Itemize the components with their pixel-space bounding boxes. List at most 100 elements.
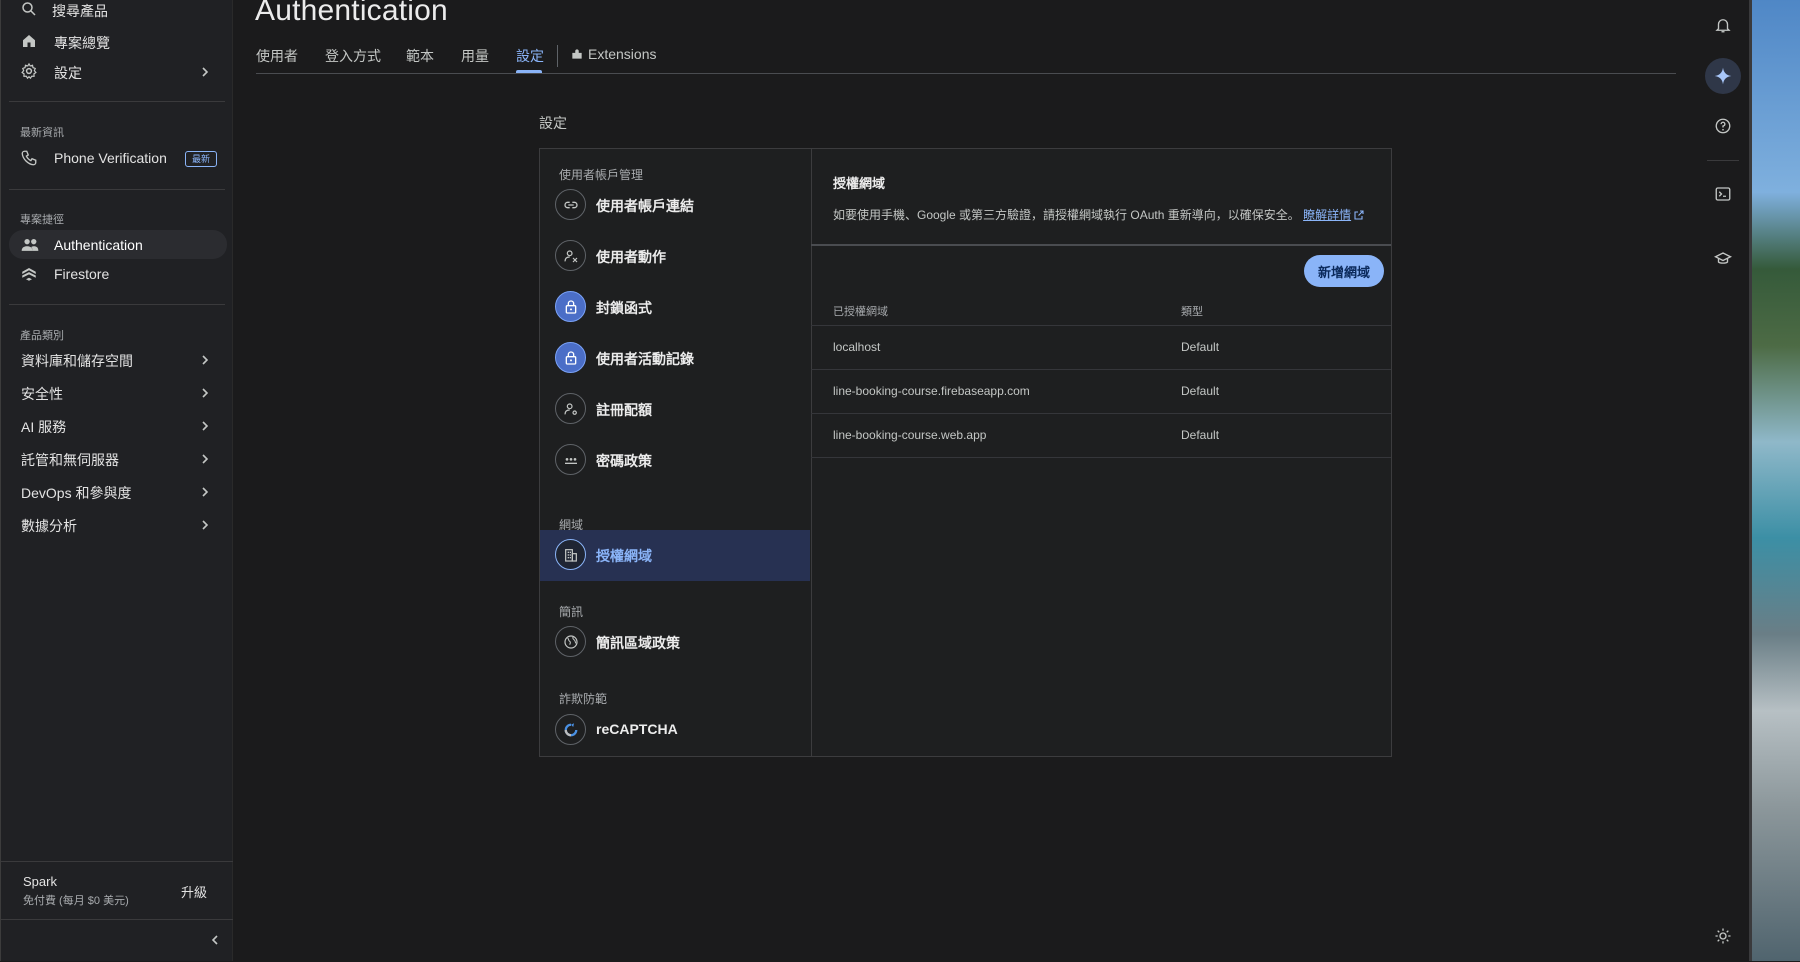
column-header-domain: 已授權網域 — [833, 306, 888, 318]
gemini-button[interactable] — [1705, 58, 1741, 94]
phone-icon — [20, 149, 40, 169]
firestore-icon — [20, 265, 40, 285]
notifications-button[interactable] — [1707, 9, 1739, 41]
panel-divider — [811, 244, 1391, 246]
learn-button[interactable] — [1707, 243, 1739, 275]
tab-templates[interactable]: 範本 — [406, 46, 434, 66]
tab-divider — [557, 45, 558, 67]
learn-more-link[interactable]: 瞭解詳情 — [1303, 208, 1365, 222]
help-icon — [1714, 117, 1732, 135]
project-overview[interactable]: 專案總覽 — [1, 30, 233, 52]
menu-item-label: 使用者帳戶連結 — [596, 198, 694, 214]
menu-item-label: 簡訊區域政策 — [596, 635, 680, 651]
category-label: 安全性 — [21, 386, 63, 402]
learn-more-label: 瞭解詳情 — [1303, 208, 1352, 222]
sparkle-icon — [1713, 66, 1733, 86]
new-badge: 最新 — [185, 151, 218, 167]
category-security[interactable]: 安全性 — [1, 380, 233, 406]
menu-item-label: reCAPTCHA — [596, 721, 678, 737]
search-products[interactable]: 搜尋產品 — [1, 0, 233, 20]
tab-extensions[interactable]: Extensions — [570, 46, 656, 62]
terminal-icon — [1714, 185, 1732, 203]
plan-section: Spark 免付費 (每月 $0 美元) 升級 — [1, 861, 233, 920]
password-icon — [555, 444, 586, 475]
shortcut-label: Firestore — [54, 266, 110, 282]
tab-usage[interactable]: 用量 — [461, 46, 489, 66]
shortcut-firestore[interactable]: Firestore — [1, 264, 233, 284]
tab-sign-in-method[interactable]: 登入方式 — [325, 46, 381, 66]
project-settings-label: 設定 — [54, 65, 82, 81]
lock-icon — [555, 342, 586, 373]
tab-users[interactable]: 使用者 — [256, 46, 298, 66]
tab-settings[interactable]: 設定 — [516, 46, 544, 66]
domain-cell: line-booking-course.web.app — [833, 428, 987, 442]
search-icon — [20, 0, 40, 20]
menu-item-account-linking[interactable]: 使用者帳戶連結 — [540, 180, 810, 231]
category-ai-services[interactable]: AI 服務 — [1, 413, 233, 439]
lock-icon — [555, 291, 586, 322]
category-label: DevOps 和參與度 — [21, 485, 132, 501]
shortcut-authentication[interactable]: Authentication — [9, 230, 227, 259]
extensions-icon — [570, 47, 584, 61]
table-row[interactable]: line-booking-course.firebaseapp.com Defa… — [811, 369, 1391, 413]
link-icon — [555, 189, 586, 220]
table-row[interactable]: localhost Default — [811, 325, 1391, 369]
category-hosting-serverless[interactable]: 託管和無伺服器 — [1, 446, 233, 472]
menu-item-user-activity-log[interactable]: 使用者活動記錄 — [540, 333, 810, 384]
person-remove-icon — [555, 240, 586, 271]
settings-heading: 設定 — [539, 115, 567, 131]
menu-item-label: 封鎖函式 — [596, 300, 652, 316]
tab-extensions-label: Extensions — [588, 46, 657, 62]
category-analytics[interactable]: 數據分析 — [1, 512, 233, 538]
brightness-icon — [1714, 927, 1732, 945]
menu-item-label: 授權網域 — [596, 548, 652, 564]
menu-item-blocking-functions[interactable]: 封鎖函式 — [540, 282, 810, 333]
menu-item-recaptcha[interactable]: reCAPTCHA — [540, 705, 810, 756]
category-label: 數據分析 — [21, 518, 77, 534]
people-icon — [20, 235, 40, 255]
menu-item-label: 註冊配額 — [596, 402, 652, 418]
header-divider — [256, 73, 1676, 74]
category-label: 託管和無伺服器 — [21, 452, 119, 468]
building-icon — [555, 539, 586, 570]
menu-item-sms-region-policy[interactable]: 簡訊區域政策 — [540, 617, 810, 668]
menu-item-sign-up-quota[interactable]: 註冊配額 — [540, 384, 810, 435]
chevron-right-icon — [199, 519, 211, 531]
sidebar: 搜尋產品 專案總覽 設定 最新資訊 Phone Verification 最新 … — [0, 0, 233, 961]
globe-icon — [555, 626, 586, 657]
news-phone-verification[interactable]: Phone Verification 最新 — [1, 148, 233, 168]
project-settings[interactable]: 設定 — [1, 60, 233, 82]
category-databases-storage[interactable]: 資料庫和儲存空間 — [1, 347, 233, 373]
settings-menu: 使用者帳戶管理 使用者帳戶連結 使用者動作 封鎖函式 使用者活動記錄 註冊配額 … — [540, 149, 812, 756]
menu-item-label: 密碼政策 — [596, 453, 652, 469]
chevron-right-icon — [199, 486, 211, 498]
menu-item-user-actions[interactable]: 使用者動作 — [540, 231, 810, 282]
category-label: 資料庫和儲存空間 — [21, 353, 133, 369]
chevron-right-icon — [199, 420, 211, 432]
upgrade-button[interactable]: 升級 — [181, 882, 207, 901]
categories-section-label: 產品類別 — [20, 330, 64, 342]
domain-cell: localhost — [833, 340, 881, 354]
collapse-sidebar[interactable] — [1, 919, 233, 962]
chevron-right-icon — [199, 387, 211, 399]
category-devops-engagement[interactable]: DevOps 和參與度 — [1, 479, 233, 505]
plan-name: Spark — [23, 874, 57, 889]
divider — [9, 189, 225, 190]
authorized-domains-panel: 授權網域 如要使用手機、Google 或第三方驗證，請授權網域執行 OAuth … — [811, 149, 1391, 756]
table-row[interactable]: line-booking-course.web.app Default — [811, 413, 1391, 458]
menu-item-password-policy[interactable]: 密碼政策 — [540, 435, 810, 486]
recaptcha-icon — [555, 714, 586, 745]
menu-item-label: 使用者動作 — [596, 249, 666, 265]
news-item-label: Phone Verification — [54, 150, 167, 166]
panel-description: 如要使用手機、Google 或第三方驗證，請授權網域執行 OAuth 重新導向，… — [833, 206, 1365, 223]
terminal-button[interactable] — [1707, 178, 1739, 210]
help-button[interactable] — [1707, 110, 1739, 142]
menu-item-authorized-domains[interactable]: 授權網域 — [540, 530, 810, 581]
theme-toggle-button[interactable] — [1707, 920, 1739, 952]
right-rail — [1697, 0, 1749, 961]
category-label: AI 服務 — [21, 419, 67, 435]
chevron-right-icon — [199, 453, 211, 465]
add-domain-button[interactable]: 新增網域 — [1304, 255, 1384, 287]
project-overview-label: 專案總覽 — [54, 35, 110, 51]
chevron-left-icon — [209, 934, 221, 946]
